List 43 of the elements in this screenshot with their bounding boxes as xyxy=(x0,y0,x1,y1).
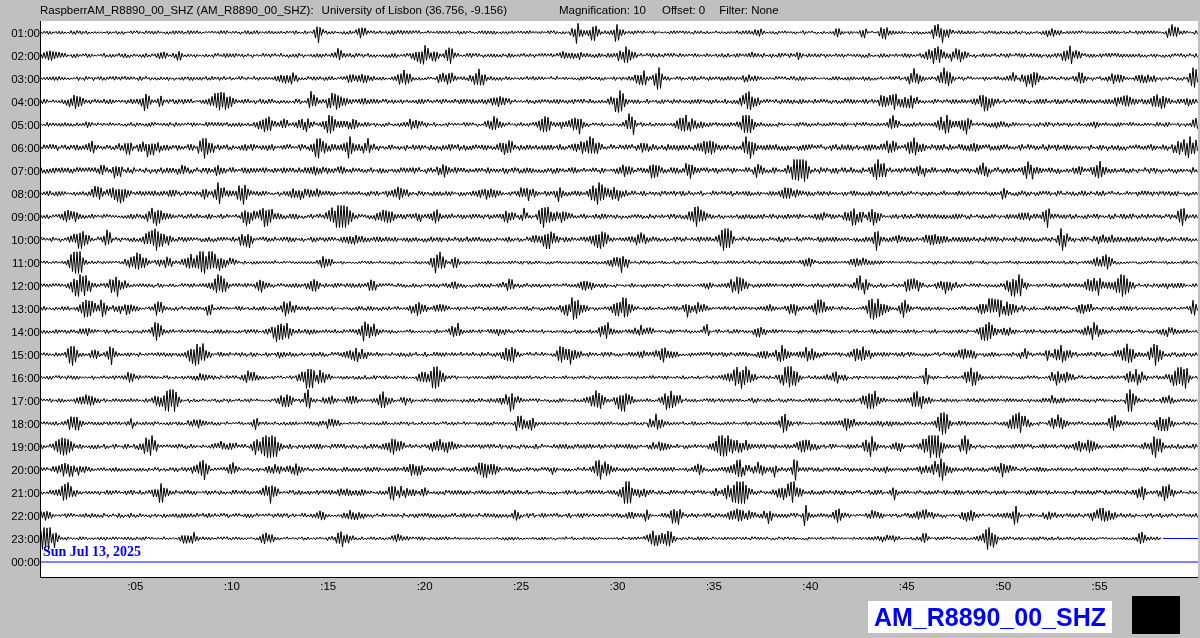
hour-label: 08:00 xyxy=(10,186,40,202)
minute-tick-label: :50 xyxy=(995,580,1012,593)
hour-label: 19:00 xyxy=(10,439,40,455)
hour-label: 03:00 xyxy=(10,71,40,87)
indicator-square xyxy=(1132,596,1180,634)
hour-label: 00:00 xyxy=(10,554,40,570)
minute-tick-label: :05 xyxy=(127,580,144,593)
hour-label: 21:00 xyxy=(10,485,40,501)
magnification-text: Magnification: 10 xyxy=(559,3,646,16)
minute-tick-label: :10 xyxy=(223,580,240,593)
minute-tick-label: :35 xyxy=(705,580,722,593)
date-label: Sun Jul 13, 2025 xyxy=(43,544,142,560)
hour-label: 22:00 xyxy=(10,508,40,524)
minute-tick-label: :45 xyxy=(898,580,915,593)
minute-tick-label: :30 xyxy=(609,580,626,593)
hour-label: 04:00 xyxy=(10,94,40,110)
hour-label: 11:00 xyxy=(11,255,40,271)
minute-tick-label: :55 xyxy=(1091,580,1108,593)
minute-tick-label: :20 xyxy=(416,580,433,593)
hour-label: 23:00 xyxy=(10,531,40,547)
location-text: University of Lisbon (36.756, -9.156) xyxy=(321,3,507,16)
hour-label: 07:00 xyxy=(10,163,40,179)
hour-label: 16:00 xyxy=(10,370,40,386)
hour-label: 05:00 xyxy=(10,117,40,133)
hour-label: 10:00 xyxy=(10,232,40,248)
minute-tick-label: :25 xyxy=(513,580,530,593)
hour-label: 18:00 xyxy=(10,416,40,432)
hour-label: 14:00 xyxy=(10,324,40,340)
hour-label: 02:00 xyxy=(10,48,40,64)
minute-tick-label: :15 xyxy=(320,580,337,593)
hour-label: 12:00 xyxy=(10,278,40,294)
hour-label: 13:00 xyxy=(10,301,40,317)
offset-text: Offset: 0 xyxy=(661,3,706,16)
minute-tick-label: :40 xyxy=(802,580,819,593)
channel-label: AM_R8890_00_SHZ xyxy=(867,601,1112,633)
hour-label: 17:00 xyxy=(10,393,40,409)
hour-label: 09:00 xyxy=(10,209,40,225)
station-title: RaspberrAM_R8890_00_SHZ (AM_R8890_00_SHZ): xyxy=(40,3,314,16)
hour-label: 01:00 xyxy=(10,25,40,41)
hour-label: 20:00 xyxy=(10,462,40,478)
filter-text: Filter: None xyxy=(719,3,779,16)
hour-label: 15:00 xyxy=(10,347,40,363)
hour-label: 06:00 xyxy=(10,140,40,156)
